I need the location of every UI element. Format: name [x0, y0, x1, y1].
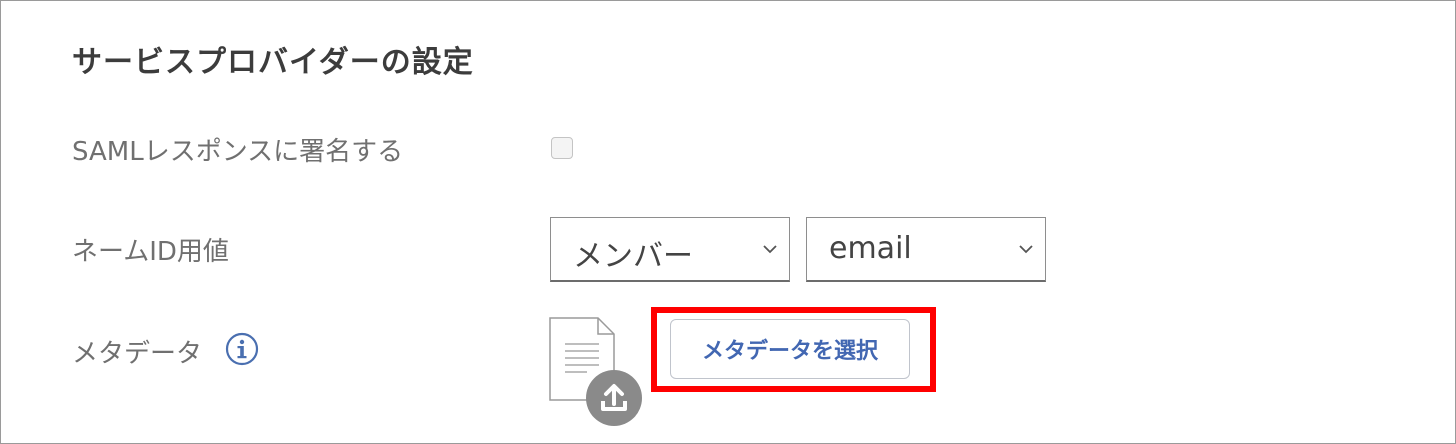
name-id-source-select[interactable]: メンバー [550, 217, 790, 282]
select-metadata-button[interactable]: メタデータを選択 [670, 319, 910, 379]
name-id-label: ネームID用値 [72, 237, 229, 267]
name-id-attribute-value: email [829, 231, 912, 266]
chevron-down-icon [1019, 245, 1033, 254]
name-id-attribute-select[interactable]: email [806, 217, 1046, 282]
upload-arrow-icon [601, 384, 627, 411]
name-id-source-value: メンバー [573, 239, 693, 274]
section-title: サービスプロバイダーの設定 [72, 45, 474, 80]
upload-icon[interactable] [586, 370, 642, 426]
saml-signing-checkbox[interactable] [551, 137, 573, 159]
settings-panel: サービスプロバイダーの設定 SAMLレスポンスに署名する ネームID用値 メンバ… [0, 0, 1456, 444]
chevron-down-icon [763, 245, 777, 254]
saml-signing-label: SAMLレスポンスに署名する [72, 137, 404, 167]
info-icon[interactable] [225, 332, 259, 366]
metadata-label: メタデータ [72, 339, 203, 369]
